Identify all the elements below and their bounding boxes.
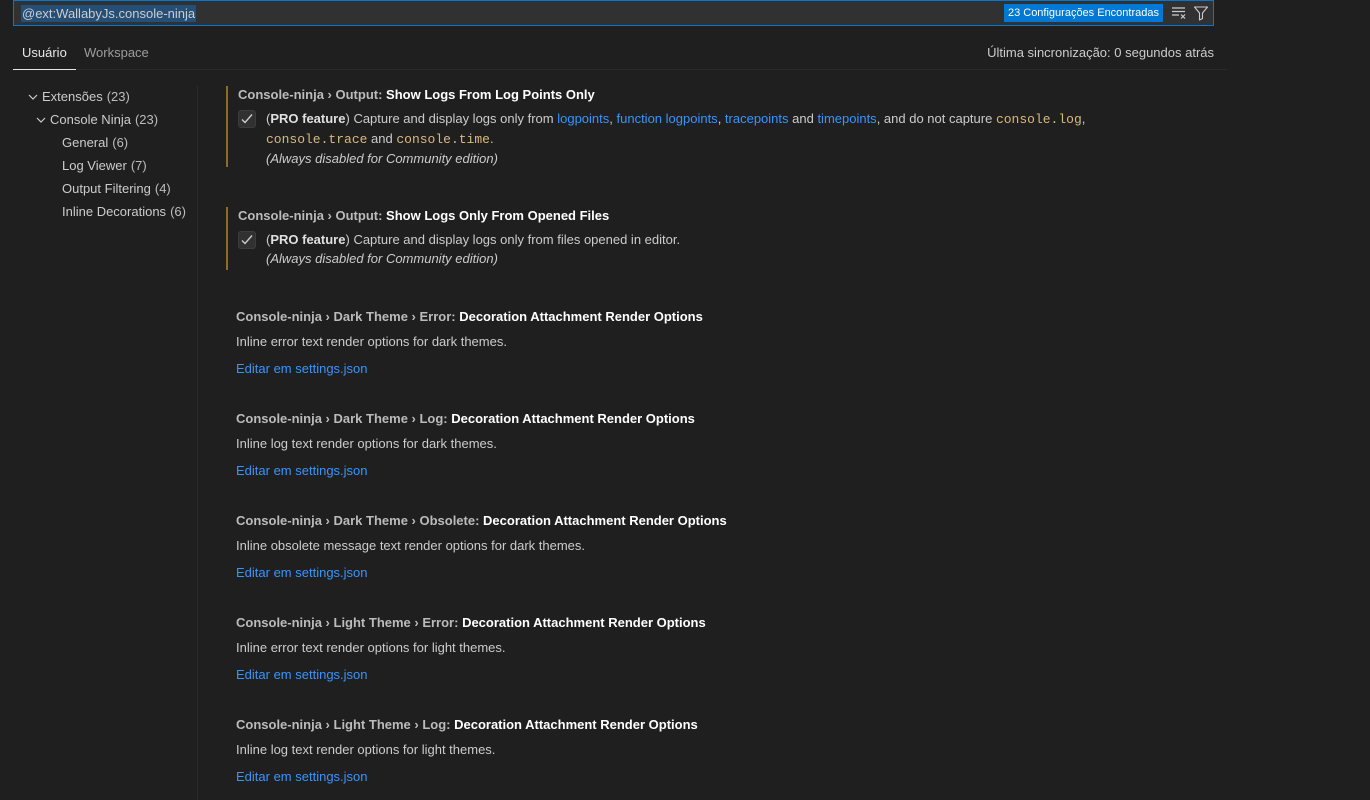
settings-list: Console-ninja › Output: Show Logs From L… [198,86,1238,800]
setting-description: (PRO feature) Capture and display logs o… [266,230,1146,268]
toc-item-label: Log Viewer [62,158,127,173]
setting-checkbox[interactable] [238,110,256,128]
toc-item-extensions[interactable]: Extensões (23) [25,86,130,108]
code-console-log: console.log [995,112,1082,127]
setting-checkbox[interactable] [238,231,256,249]
settings-toc: Extensões (23) Console Ninja (23) Genera… [13,86,197,800]
logpoints-link[interactable]: logpoints [557,111,609,126]
chevron-down-icon [25,86,41,108]
tracepoints-link[interactable]: tracepoints [725,111,789,126]
setting-title: Console-ninja › Output: Show Logs From L… [238,86,1226,104]
chevron-down-icon [33,109,49,131]
setting-description: Inline error text render options for lig… [236,640,506,655]
check-icon [241,114,253,124]
desc-sep: , [1081,111,1086,126]
setting-description: Inline error text render options for dar… [236,334,507,349]
toc-item-count: (23) [106,89,130,104]
setting-title: Console-ninja › Output: Show Logs Only F… [238,207,1226,225]
toc-item-label: Output Filtering [62,181,151,196]
toc-item-label: Console Ninja [50,112,131,127]
setting-note: (Always disabled for Community edition) [266,251,498,266]
setting-note: (Always disabled for Community edition) [266,151,498,166]
setting-category: Console-ninja › Dark Theme › Error: [236,309,460,324]
toc-item-count: (23) [134,112,159,127]
setting-description: Inline log text render options for light… [236,742,496,757]
filter-icon[interactable] [1191,3,1211,23]
setting-label: Show Logs Only From Opened Files [386,208,610,223]
setting-category: Console-ninja › Output: [238,87,387,102]
setting-label: Decoration Attachment Render Options [454,717,698,732]
settings-search-bar[interactable]: @ext:WallabyJs.console-ninja 23 Configur… [13,0,1214,26]
toc-item-output-filtering[interactable]: Output Filtering (4) [62,178,171,200]
toc-item-console-ninja[interactable]: Console Ninja (23) [33,109,158,131]
toc-item-label: General [62,135,109,150]
setting-title: Console-ninja › Dark Theme › Error: Deco… [236,308,1226,326]
results-count-badge: 23 Configurações Encontradas [1003,4,1163,22]
edit-in-settings-json-link[interactable]: Editar em settings.json [236,360,368,378]
settings-search-input[interactable]: @ext:WallabyJs.console-ninja [14,1,1004,25]
setting-show-logs-only-from-opened-files: Console-ninja › Output: Show Logs Only F… [226,207,1226,270]
search-query-text: @ext:WallabyJs.console-ninja [21,4,197,22]
edit-in-settings-json-link[interactable]: Editar em settings.json [236,768,368,786]
desc-text: Capture and display logs only from [349,111,558,126]
code-console-trace: console.trace [266,132,368,147]
toc-item-general[interactable]: General (6) [62,132,128,154]
setting-checkbox-row: (PRO feature) Capture and display logs o… [238,230,1226,268]
timepoints-link[interactable]: timepoints [817,111,876,126]
toc-item-count: (7) [130,158,147,173]
setting-dark-obsolete-decoration: Console-ninja › Dark Theme › Obsolete: D… [226,512,1226,582]
toc-item-count: (4) [154,181,171,196]
setting-label: Show Logs From Log Points Only [386,87,595,102]
tab-user[interactable]: Usuário [13,37,76,70]
setting-label: Decoration Attachment Render Options [451,411,695,426]
desc-sep: , [717,111,725,126]
edit-in-settings-json-link[interactable]: Editar em settings.json [236,462,368,480]
setting-description: Inline log text render options for dark … [236,436,497,451]
setting-title: Console-ninja › Light Theme › Log: Decor… [236,716,1226,734]
toc-item-count: (6) [170,204,186,219]
setting-category: Console-ninja › Dark Theme › Log: [236,411,452,426]
settings-scope-tabs: Usuário Workspace Última sincronização: … [13,37,1227,70]
setting-title: Console-ninja › Dark Theme › Log: Decora… [236,410,1226,428]
setting-dark-error-decoration: Console-ninja › Dark Theme › Error: Deco… [226,308,1226,378]
setting-label: Decoration Attachment Render Options [483,513,727,528]
tab-workspace[interactable]: Workspace [75,37,158,70]
setting-category: Console-ninja › Light Theme › Error: [236,615,463,630]
setting-description: (PRO feature) Capture and display logs o… [266,109,1146,168]
pro-feature-label: PRO feature [270,232,346,247]
code-console-time: console.time [396,132,490,147]
setting-category: Console-ninja › Output: [238,208,387,223]
check-icon [241,235,253,245]
function-logpoints-link[interactable]: function logpoints [617,111,718,126]
setting-light-error-decoration: Console-ninja › Light Theme › Error: Dec… [226,614,1226,684]
toc-item-label: Extensões [42,89,103,104]
desc-sep: and [788,111,818,126]
sync-status: Última sincronização: 0 segundos atrás [987,45,1214,60]
setting-light-log-decoration: Console-ninja › Light Theme › Log: Decor… [226,716,1226,786]
desc-text: , and do not capture [876,111,996,126]
desc-text: Capture and display logs only from files… [349,232,681,247]
toc-item-inline-decorations[interactable]: Inline Decorations (6) [62,201,186,223]
setting-category: Console-ninja › Dark Theme › Obsolete: [236,513,484,528]
clear-search-icon[interactable] [1169,3,1189,23]
desc-sep: and [367,131,397,146]
toc-item-log-viewer[interactable]: Log Viewer (7) [62,155,147,177]
setting-category: Console-ninja › Light Theme › Log: [236,717,455,732]
setting-label: Decoration Attachment Render Options [462,615,706,630]
setting-show-logs-from-log-points-only: Console-ninja › Output: Show Logs From L… [226,86,1226,167]
edit-in-settings-json-link[interactable]: Editar em settings.json [236,564,368,582]
desc-sep: , [609,111,617,126]
setting-description: Inline obsolete message text render opti… [236,538,586,553]
setting-checkbox-row: (PRO feature) Capture and display logs o… [238,109,1226,168]
setting-title: Console-ninja › Light Theme › Error: Dec… [236,614,1226,632]
pro-feature-label: PRO feature [270,111,346,126]
desc-sep: . [489,131,494,146]
toc-item-label: Inline Decorations [62,204,167,219]
toc-item-count: (6) [112,135,129,150]
setting-dark-log-decoration: Console-ninja › Dark Theme › Log: Decora… [226,410,1226,480]
setting-title: Console-ninja › Dark Theme › Obsolete: D… [236,512,1226,530]
edit-in-settings-json-link[interactable]: Editar em settings.json [236,666,368,684]
setting-label: Decoration Attachment Render Options [459,309,703,324]
